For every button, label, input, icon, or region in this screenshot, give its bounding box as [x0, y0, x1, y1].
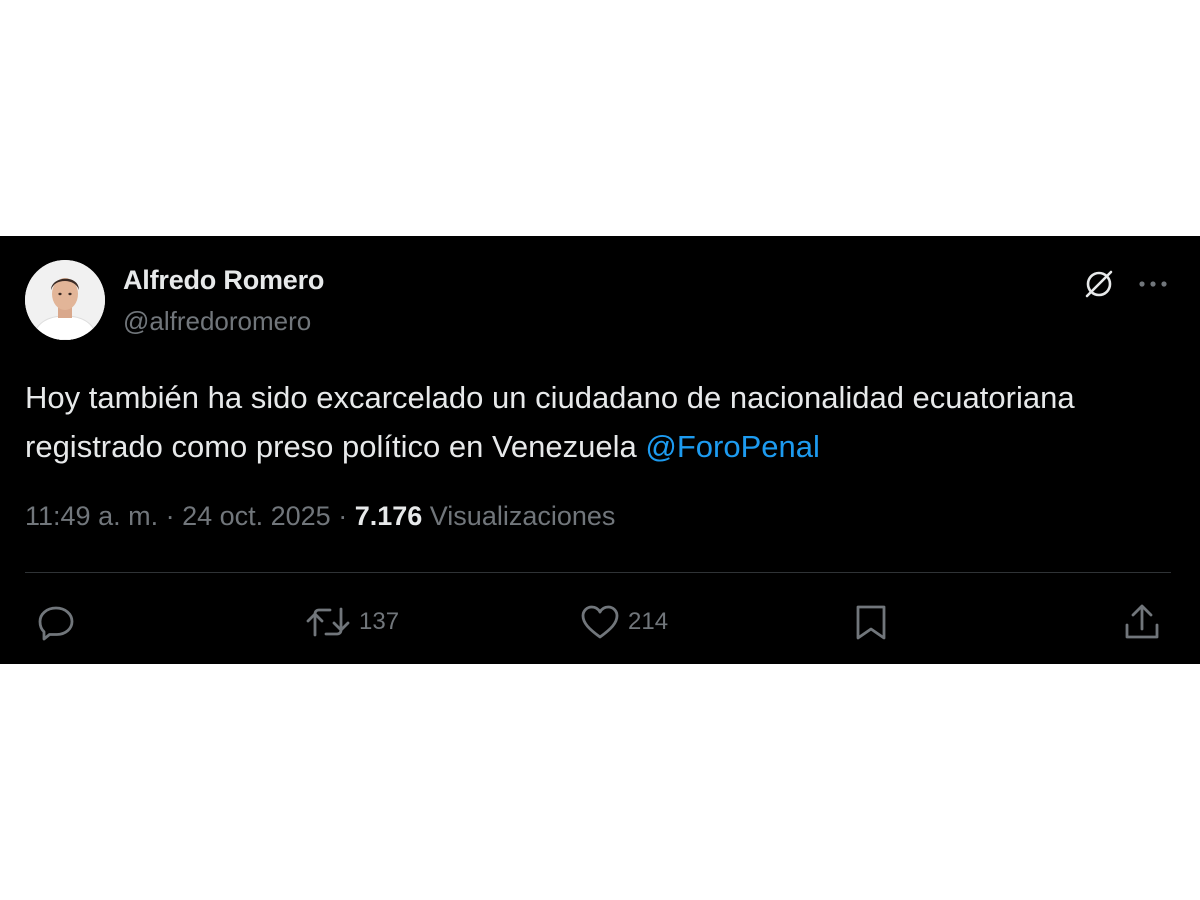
tweet-body: Hoy también ha sido excarcelado un ciuda… [25, 380, 1075, 464]
author-avatar[interactable] [25, 260, 105, 340]
grok-icon[interactable] [1080, 265, 1118, 303]
more-options-icon[interactable] [1134, 265, 1172, 303]
like-count: 214 [628, 608, 669, 635]
retweet-count: 137 [359, 608, 400, 635]
mention-link[interactable]: @ForoPenal [645, 429, 820, 464]
heart-icon [581, 605, 619, 639]
meta-separator-2: · [330, 501, 355, 531]
views-count: 7.176 [354, 501, 423, 531]
tweet-text: Hoy también ha sido excarcelado un ciuda… [25, 373, 1175, 471]
tweet-time[interactable]: 11:49 a. m. [25, 501, 158, 531]
retweet-button[interactable]: 137 [305, 603, 399, 641]
views-label: Visualizaciones [422, 501, 616, 531]
tweet-date[interactable]: 24 oct. 2025 [182, 501, 331, 531]
divider [25, 572, 1171, 573]
share-button[interactable] [1122, 603, 1162, 641]
tweet-card: Alfredo Romero @alfredoromero Hoy tambié… [0, 236, 1200, 664]
author-handle[interactable]: @alfredoromero [123, 306, 311, 337]
comment-icon [38, 606, 74, 641]
bookmark-button[interactable] [853, 603, 889, 641]
share-icon [1125, 604, 1159, 639]
bookmark-icon [856, 605, 886, 640]
tweet-meta: 11:49 a. m. · 24 oct. 2025 · 7.176 Visua… [25, 501, 615, 532]
reply-button[interactable] [36, 603, 76, 641]
author-name[interactable]: Alfredo Romero [123, 265, 324, 296]
retweet-icon [306, 607, 350, 637]
meta-separator: · [158, 501, 183, 531]
like-button[interactable]: 214 [580, 603, 668, 641]
